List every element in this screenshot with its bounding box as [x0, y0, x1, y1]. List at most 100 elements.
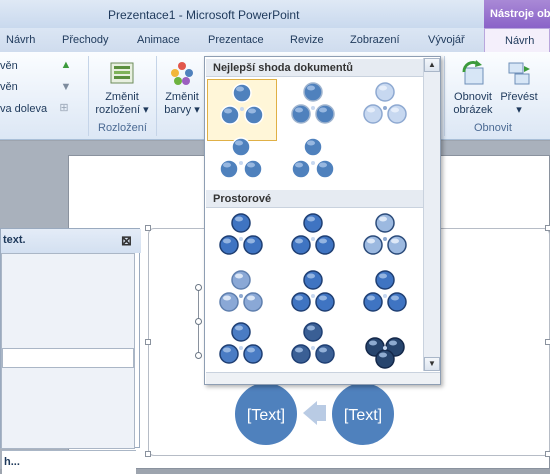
thumbnail-highlight	[235, 273, 243, 279]
thumbnail-connector	[383, 346, 387, 350]
thumbnail-connector	[239, 237, 243, 241]
thumbnail-highlight	[223, 162, 231, 168]
thumbnail-node	[315, 235, 335, 255]
thumbnail-highlight	[391, 107, 399, 113]
resize-handle[interactable]	[145, 339, 151, 345]
resize-handle[interactable]	[545, 339, 550, 345]
diagram-shape-right[interactable]: [Text]	[330, 381, 396, 447]
thumbnail-highlight	[223, 347, 231, 353]
thumbnail-node	[291, 159, 311, 179]
thumbnail-highlight	[307, 216, 315, 222]
thumbnail-connector	[311, 237, 315, 241]
scroll-up-icon[interactable]: ▲	[424, 58, 440, 72]
thumbnail-connector	[240, 107, 244, 111]
control-point[interactable]	[195, 284, 202, 291]
text-pane-title: text.	[3, 234, 26, 246]
thumbnail-node	[303, 322, 323, 342]
thumbnail-highlight	[319, 238, 327, 244]
gallery-scrollbar[interactable]: ▲ ▼	[423, 58, 440, 371]
tab-review[interactable]: Revize	[290, 34, 324, 46]
change-colors-label-1: Změnit	[165, 91, 199, 103]
thumbnail-connector	[239, 346, 243, 350]
gallery-thumbnail-icon	[291, 82, 335, 124]
gallery-resize-grip[interactable]	[206, 372, 440, 384]
move-down-icon[interactable]: ▼	[60, 81, 72, 93]
close-icon[interactable]: ⊠	[121, 234, 132, 247]
thumbnail-connector	[311, 106, 315, 110]
tab-transitions[interactable]: Přechody	[62, 34, 108, 46]
reset-graphic-button[interactable]: Obnovit obrázek	[447, 60, 499, 117]
scroll-down-icon[interactable]: ▼	[424, 357, 440, 371]
thumbnail-node	[291, 292, 311, 312]
thumbnail-highlight	[247, 347, 255, 353]
gallery-item-3[interactable]	[351, 79, 421, 141]
layout-tree-icon[interactable]: ⊞	[58, 102, 70, 114]
gallery-item-5[interactable]	[279, 134, 349, 196]
gallery-item-6[interactable]	[207, 210, 277, 272]
gallery-thumbnail-icon	[363, 270, 407, 312]
thumbnail-node	[315, 104, 335, 124]
thumbnail-connector	[239, 294, 243, 298]
tab-slideshow[interactable]: Prezentace	[208, 34, 264, 46]
reset-graphic-label-2: obrázek	[453, 104, 493, 116]
thumbnail-node	[291, 104, 311, 124]
move-up-icon[interactable]: ▲	[60, 59, 72, 71]
thumbnail-highlight	[248, 108, 256, 114]
gallery-item-2[interactable]	[279, 79, 349, 141]
gallery-thumbnail-icon	[219, 270, 263, 312]
thumbnail-highlight	[307, 85, 315, 91]
thumbnail-node	[315, 292, 335, 312]
thumbnail-highlight	[247, 295, 255, 301]
change-layout-button[interactable]: Změnit rozložení ▾	[92, 60, 152, 117]
thumbnail-highlight	[235, 140, 243, 146]
thumbnail-highlight	[235, 216, 243, 222]
gallery-thumbnail-icon	[363, 82, 407, 124]
text-pane-body[interactable]: h...	[1, 253, 136, 474]
text-pane-bullet-input[interactable]	[2, 348, 134, 368]
gallery-thumbnail-icon	[291, 137, 335, 179]
thumbnail-node	[219, 159, 239, 179]
demote-item[interactable]: věn	[0, 81, 18, 93]
promote-item[interactable]: věn	[0, 60, 18, 72]
ribbon-separator	[156, 56, 157, 136]
resize-handle[interactable]	[145, 451, 151, 457]
gallery-item-8[interactable]	[351, 210, 421, 272]
text-pane-footer[interactable]: h...	[2, 450, 136, 474]
change-colors-button[interactable]: Změnit barvy ▾	[160, 60, 204, 117]
gallery-item-1[interactable]	[207, 79, 277, 141]
thumbnail-highlight	[295, 238, 303, 244]
tab-view[interactable]: Zobrazení	[350, 34, 400, 46]
thumbnail-highlight	[307, 325, 315, 331]
thumbnail-connector	[383, 237, 387, 241]
diagram-arrow	[303, 401, 317, 425]
tab-design[interactable]: Návrh	[6, 34, 35, 46]
thumbnail-node	[375, 213, 395, 233]
gallery-item-7[interactable]	[279, 210, 349, 272]
context-tab-group-label: Nástroje obr	[484, 0, 550, 28]
thumbnail-node	[387, 292, 407, 312]
thumbnail-highlight	[389, 340, 397, 346]
convert-button[interactable]: Převést ▾	[499, 60, 539, 117]
resize-handle[interactable]	[145, 225, 151, 231]
diagram-shape-left[interactable]: [Text]	[233, 381, 299, 447]
right-to-left-item[interactable]: va doleva	[0, 103, 47, 115]
control-point[interactable]	[195, 318, 202, 325]
text-pane-header: text. ⊠	[1, 229, 141, 253]
thumbnail-highlight	[307, 140, 315, 146]
diagram-arrow-tail	[316, 405, 326, 421]
control-point[interactable]	[195, 352, 202, 359]
tab-animations[interactable]: Animace	[137, 34, 180, 46]
layouts-group-label: Rozložení	[98, 122, 147, 134]
thumbnail-highlight	[319, 107, 327, 113]
change-layout-label-2: rozložení ▾	[95, 104, 149, 116]
thumbnail-node	[291, 235, 311, 255]
gallery-item-4[interactable]	[207, 134, 277, 196]
thumbnail-highlight	[391, 238, 399, 244]
resize-handle[interactable]	[545, 451, 550, 457]
text-pane: text. ⊠ h...	[0, 228, 141, 474]
tab-developer[interactable]: Vývojář	[428, 34, 465, 46]
change-colors-label-2: barvy ▾	[164, 104, 200, 116]
thumbnail-node	[231, 137, 251, 157]
tab-smartart-design[interactable]: Návrh	[484, 28, 550, 52]
resize-handle[interactable]	[545, 225, 550, 231]
